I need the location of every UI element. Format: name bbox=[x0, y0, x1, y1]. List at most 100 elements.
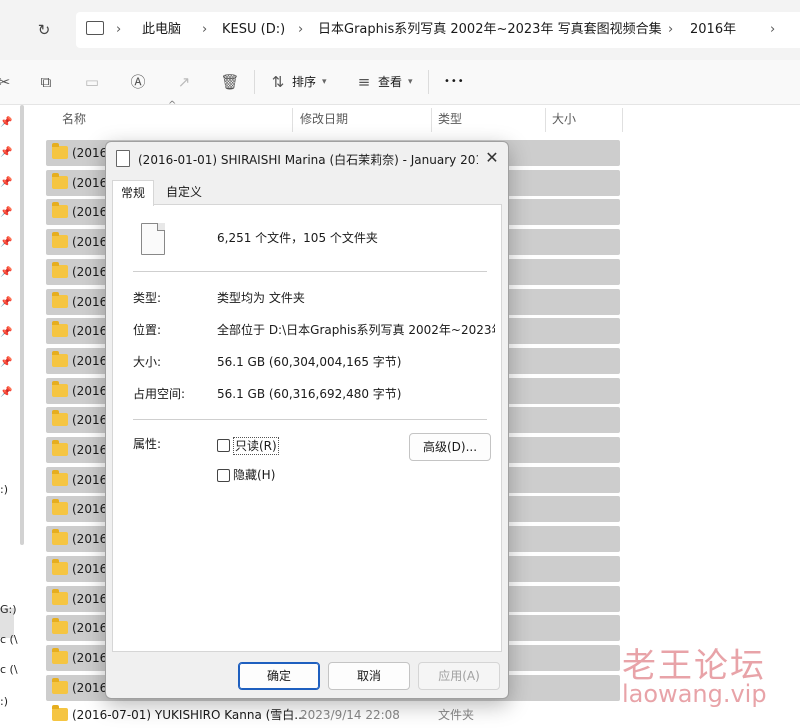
pin-icon: 📌 bbox=[0, 357, 13, 368]
folder-icon bbox=[52, 381, 68, 397]
apply-button[interactable]: 应用(A) bbox=[418, 662, 500, 690]
folder-icon bbox=[52, 618, 68, 634]
chevron-right-icon: › bbox=[202, 22, 208, 37]
sort-icon[interactable]: ⇅ bbox=[266, 70, 290, 94]
sort-caret-icon: ^ bbox=[168, 100, 177, 111]
folder-icon bbox=[52, 292, 68, 308]
nav-item-network[interactable]: c (\ bbox=[0, 663, 18, 676]
sort-button[interactable]: 排序 bbox=[292, 70, 316, 94]
column-divider[interactable] bbox=[292, 108, 293, 132]
computer-icon bbox=[86, 21, 104, 35]
location-label: 位置: bbox=[133, 323, 162, 337]
pin-icon: 📌 bbox=[0, 147, 13, 158]
chevron-down-icon: ▾ bbox=[408, 77, 413, 87]
watermark-url: laowang.vip bbox=[622, 680, 767, 708]
type-value: 类型均为 文件夹 bbox=[217, 291, 305, 305]
tab-general[interactable]: 常规 bbox=[112, 180, 155, 206]
pin-icon: 📌 bbox=[0, 267, 13, 278]
readonly-label[interactable]: 只读(R) bbox=[233, 437, 279, 455]
pin-icon: 📌 bbox=[0, 327, 13, 338]
delete-icon[interactable]: 🗑 bbox=[218, 70, 242, 94]
attributes-label: 属性: bbox=[133, 437, 162, 451]
column-header-modified[interactable]: 修改日期 bbox=[300, 108, 348, 130]
multiple-files-icon bbox=[141, 223, 165, 255]
close-button[interactable]: ✕ bbox=[482, 148, 502, 168]
table-row[interactable]: (2016-07-01) YUKISHIRO Kanna (雪白... 2023… bbox=[46, 702, 620, 728]
hidden-label[interactable]: 隐藏(H) bbox=[233, 467, 275, 483]
breadcrumb-year[interactable]: 2016年 bbox=[690, 12, 736, 48]
column-divider[interactable] bbox=[545, 108, 546, 132]
chevron-right-icon: › bbox=[770, 22, 776, 37]
view-icon[interactable]: ≡ bbox=[352, 70, 376, 94]
breadcrumb-drive[interactable]: KESU (D:) bbox=[222, 12, 285, 48]
folder-icon bbox=[52, 559, 68, 575]
location-value: 全部位于 D:\日本Graphis系列写真 2002年~2023年 写 bbox=[217, 323, 495, 337]
summary-count: 6,251 个文件，105 个文件夹 bbox=[217, 231, 378, 245]
size-label: 大小: bbox=[133, 355, 162, 369]
pin-icon: 📌 bbox=[0, 177, 13, 188]
column-divider[interactable] bbox=[622, 108, 623, 132]
size-on-disk-value: 56.1 GB (60,316,692,480 字节) bbox=[217, 387, 402, 401]
tab-custom[interactable]: 自定义 bbox=[158, 180, 210, 204]
column-header-size[interactable]: 大小 bbox=[552, 108, 576, 130]
file-type: 文件夹 bbox=[438, 708, 475, 722]
command-bar: ✂ ⧉ ▭ Ⓐ ↗ 🗑 ⇅ 排序 ▾ ≡ 查看 ▾ ••• bbox=[0, 60, 800, 105]
paste-icon[interactable]: ▭ bbox=[80, 70, 104, 94]
folder-icon bbox=[52, 262, 68, 278]
general-panel: 6,251 个文件，105 个文件夹 类型: 类型均为 文件夹 位置: 全部位于… bbox=[112, 204, 502, 652]
nav-item-drive[interactable]: :) bbox=[0, 483, 8, 496]
breadcrumb-this-pc[interactable]: 此电脑 bbox=[142, 12, 181, 48]
ok-button[interactable]: 确定 bbox=[238, 662, 320, 690]
folder-icon bbox=[52, 440, 68, 456]
folder-icon bbox=[52, 529, 68, 545]
document-icon bbox=[116, 150, 130, 167]
folder-icon bbox=[52, 499, 68, 515]
folder-icon bbox=[52, 321, 68, 337]
column-header-name[interactable]: 名称 bbox=[62, 108, 86, 130]
nav-item-drive[interactable]: :) bbox=[0, 695, 8, 708]
share-icon[interactable]: ↗ bbox=[172, 70, 196, 94]
toolbar-divider bbox=[428, 70, 429, 94]
folder-icon bbox=[52, 232, 68, 248]
nav-item-network[interactable]: c (\ bbox=[0, 633, 18, 646]
cut-icon[interactable]: ✂ bbox=[0, 70, 16, 94]
folder-icon bbox=[52, 202, 68, 218]
pin-icon: 📌 bbox=[0, 387, 13, 398]
hidden-checkbox[interactable] bbox=[217, 469, 230, 482]
chevron-right-icon: › bbox=[668, 22, 674, 37]
readonly-checkbox[interactable] bbox=[217, 439, 230, 452]
rename-icon[interactable]: Ⓐ bbox=[126, 70, 150, 94]
folder-icon bbox=[52, 470, 68, 486]
file-modified: 2023/9/14 22:08 bbox=[300, 708, 400, 722]
more-options-button[interactable]: ••• bbox=[444, 70, 465, 94]
pin-icon: 📌 bbox=[0, 117, 13, 128]
chevron-down-icon: ▾ bbox=[322, 77, 327, 87]
folder-icon bbox=[52, 648, 68, 664]
size-on-disk-label: 占用空间: bbox=[133, 387, 186, 401]
folder-icon bbox=[52, 143, 68, 159]
cancel-button[interactable]: 取消 bbox=[328, 662, 410, 690]
view-button[interactable]: 查看 bbox=[378, 70, 402, 94]
folder-icon bbox=[52, 678, 68, 694]
refresh-icon[interactable]: ↻ bbox=[34, 20, 54, 40]
advanced-button[interactable]: 高级(D)... bbox=[409, 433, 491, 461]
folder-icon bbox=[52, 351, 68, 367]
size-value: 56.1 GB (60,304,004,165 字节) bbox=[217, 355, 402, 369]
type-label: 类型: bbox=[133, 291, 162, 305]
column-divider[interactable] bbox=[431, 108, 432, 132]
breadcrumb-folder[interactable]: 日本Graphis系列写真 2002年~2023年 写真套图视频合集 bbox=[318, 12, 663, 48]
copy-icon[interactable]: ⧉ bbox=[34, 70, 58, 94]
column-header-type[interactable]: 类型 bbox=[438, 108, 462, 130]
file-name: (2016-07-01) YUKISHIRO Kanna (雪白... bbox=[72, 708, 306, 722]
folder-icon bbox=[52, 589, 68, 605]
pin-icon: 📌 bbox=[0, 237, 13, 248]
divider bbox=[133, 271, 487, 272]
chevron-right-icon: › bbox=[298, 22, 304, 37]
nav-item-drive[interactable]: G:) bbox=[0, 603, 17, 616]
folder-icon bbox=[52, 173, 68, 189]
folder-icon bbox=[52, 410, 68, 426]
nav-scrollbar[interactable] bbox=[20, 105, 24, 545]
address-bar-area: ↻ › 此电脑 › KESU (D:) › 日本Graphis系列写真 2002… bbox=[0, 0, 800, 60]
pin-icon: 📌 bbox=[0, 297, 13, 308]
breadcrumb[interactable]: › 此电脑 › KESU (D:) › 日本Graphis系列写真 2002年~… bbox=[76, 12, 800, 48]
